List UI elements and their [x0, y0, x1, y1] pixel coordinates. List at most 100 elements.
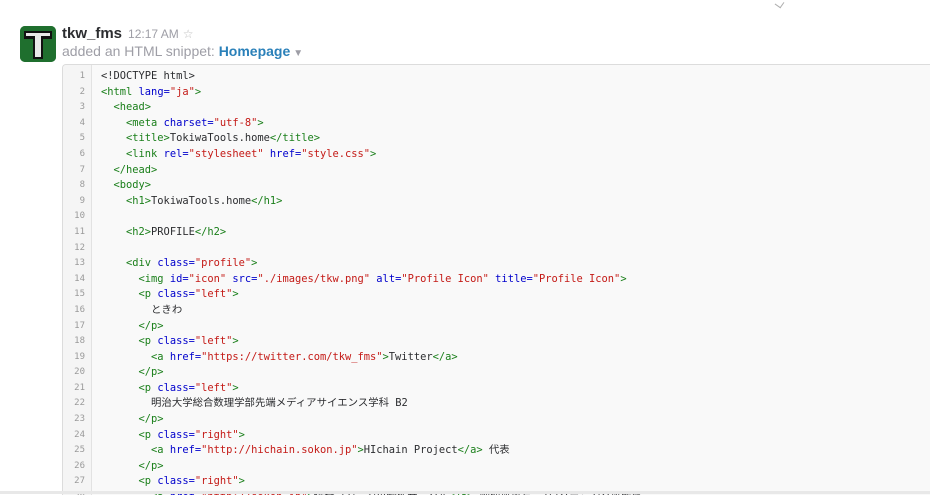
line-number: 23	[74, 414, 85, 425]
code-token: <div	[101, 257, 158, 270]
line-number: 9	[79, 195, 85, 206]
action-text: added an HTML snippet:	[62, 43, 215, 59]
code-line: 26 </p>	[63, 459, 930, 475]
code-text: <html lang="ja">	[101, 85, 201, 101]
code-token: <p	[101, 428, 158, 441]
code-token: </title>	[269, 132, 320, 145]
code-token: </p>	[101, 366, 164, 379]
code-token: <title>	[101, 132, 170, 145]
code-token: class=	[157, 428, 195, 441]
line-number: 24	[74, 429, 85, 440]
code-token: "icon"	[188, 272, 227, 285]
caret-down-icon[interactable]: ▼	[293, 48, 303, 59]
code-token: "style.css"	[301, 147, 371, 160]
code-token: <p	[101, 475, 158, 488]
code-token: <img	[101, 272, 170, 285]
code-token: class=	[157, 288, 195, 301]
code-token: <!DOCTYPE html>	[101, 70, 195, 82]
code-token: >	[194, 85, 202, 98]
star-outline-icon[interactable]: ☆	[183, 27, 194, 41]
code-text: <!DOCTYPE html>	[101, 69, 195, 85]
code-token: </p>	[101, 413, 164, 426]
line-number: 7	[79, 164, 85, 175]
code-token: </h1>	[251, 194, 283, 207]
code-token: "right"	[194, 428, 239, 441]
code-line: 27 <p class="right">	[63, 474, 930, 490]
line-number: 12	[74, 242, 85, 253]
code-token: </a>	[457, 444, 483, 457]
line-number: 3	[79, 102, 85, 113]
code-line: 8 <body>	[63, 178, 930, 194]
code-token: <h1>	[101, 194, 152, 207]
line-number: 1	[79, 71, 85, 81]
code-token: <html	[101, 85, 139, 98]
code-line: 19 <a href="https://twitter.com/tkw_fms"…	[63, 350, 930, 366]
code-line: 16 ときわ	[63, 303, 930, 319]
code-text: <title>TokiwaTools.home</title>	[101, 131, 320, 147]
line-number: 21	[74, 382, 85, 393]
code-line: 18 <p class="left">	[63, 334, 930, 350]
code-token: "left"	[194, 288, 233, 301]
author-name[interactable]: tkw_fms	[62, 25, 122, 42]
line-number: 14	[74, 273, 85, 284]
code-line: 21 <p class="left">	[63, 381, 930, 397]
code-line: 11 <h2>PROFILE</h2>	[63, 225, 930, 241]
line-number: 27	[74, 476, 85, 487]
code-text: </p>	[101, 319, 164, 335]
code-token: >	[232, 381, 239, 394]
code-token: "./images/tkw.png"	[257, 272, 371, 285]
line-number: 25	[74, 445, 85, 456]
code-line: 2 <html lang="ja">	[63, 85, 930, 101]
timestamp[interactable]: 12:17 AM	[128, 27, 179, 41]
code-text: <h1>TokiwaTools.home</h1>	[101, 194, 282, 210]
tkw-logo-icon	[20, 26, 56, 62]
avatar[interactable]	[20, 26, 56, 62]
code-text: <img id="icon" src="./images/tkw.png" al…	[101, 272, 627, 288]
code-token: class=	[157, 475, 195, 488]
code-token: "right"	[194, 475, 239, 488]
code-token: "left"	[194, 335, 233, 348]
code-snippet-panel[interactable]: 1 <!DOCTYPE html> 2 <html lang="ja"> 3 <head…	[62, 64, 930, 495]
code-lines: 1 <!DOCTYPE html> 2 <html lang="ja"> 3 <head…	[63, 69, 930, 495]
code-text: <a href="https://twitter.com/tkw_fms">Tw…	[101, 350, 458, 366]
code-token: </p>	[101, 319, 164, 332]
code-line: 14 <img id="icon" src="./images/tkw.png"…	[63, 272, 930, 288]
code-line: 15 <p class="left">	[63, 287, 930, 303]
line-number: 2	[79, 86, 85, 97]
code-token: <body>	[101, 179, 152, 192]
code-text: </p>	[101, 459, 164, 475]
code-token: "Profile Icon"	[401, 272, 489, 285]
code-token: 明治大学総合数理学部先端メディアサイエンス学科 B2	[101, 397, 408, 410]
line-number: 17	[74, 320, 85, 331]
code-token: >	[620, 272, 627, 285]
code-token: "ja"	[169, 85, 195, 98]
code-token: </p>	[101, 459, 164, 472]
code-line: 12	[63, 241, 930, 257]
code-token: "Profile Icon"	[532, 272, 621, 285]
code-token: class=	[157, 381, 195, 394]
line-number: 5	[79, 133, 85, 144]
code-token: "https://twitter.com/tkw_fms"	[201, 350, 383, 363]
code-token: <a	[101, 444, 170, 457]
code-line: 7 </head>	[63, 163, 930, 179]
code-token: rel=	[163, 147, 189, 160]
line-number: 13	[74, 258, 85, 269]
code-text: <p class="left">	[101, 381, 239, 397]
code-token: >	[370, 147, 377, 160]
line-number: 10	[74, 211, 85, 222]
code-token: ときわ	[101, 303, 183, 316]
code-token: "utf-8"	[213, 116, 258, 129]
code-token: HIchain Project	[363, 444, 458, 457]
code-token: 代表	[482, 444, 510, 457]
code-text: <div class="profile">	[101, 256, 257, 272]
snippet-title-link[interactable]: Homepage	[219, 43, 291, 59]
code-token: "left"	[194, 381, 233, 394]
code-token: </a>	[432, 350, 458, 363]
code-line: 5 <title>TokiwaTools.home</title>	[63, 131, 930, 147]
code-token: >	[238, 475, 245, 488]
snippet-action-line: added an HTML snippet: Homepage ▼	[62, 43, 303, 59]
code-token: >	[238, 428, 245, 441]
code-token: Twitter	[388, 350, 433, 363]
code-token: href=	[263, 147, 302, 160]
code-token: <p	[101, 335, 158, 348]
